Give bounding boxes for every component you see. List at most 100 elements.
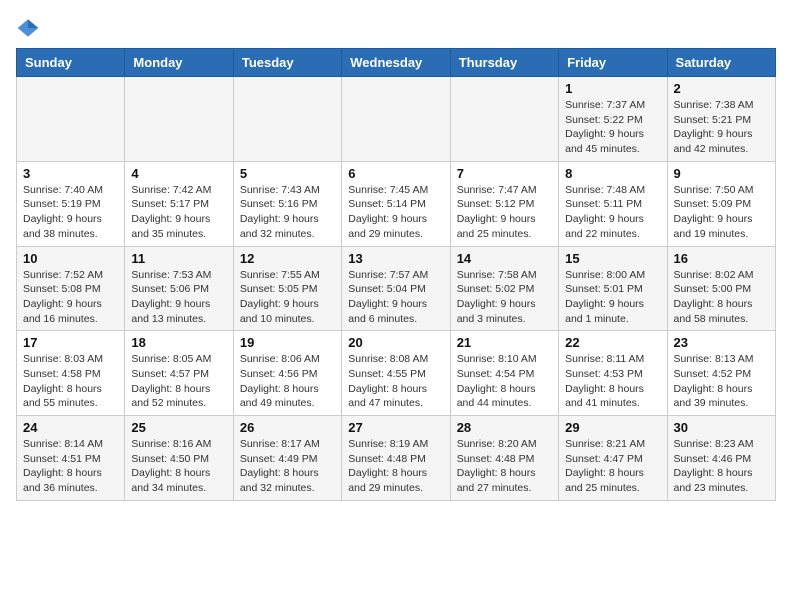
day-number: 29	[565, 420, 660, 435]
calendar-cell	[342, 77, 450, 162]
calendar-cell: 21 Sunrise: 8:10 AM Sunset: 4:54 PM Dayli…	[450, 331, 558, 416]
calendar-cell: 10 Sunrise: 7:52 AM Sunset: 5:08 PM Dayli…	[17, 246, 125, 331]
day-number: 1	[565, 81, 660, 96]
calendar-cell: 24 Sunrise: 8:14 AM Sunset: 4:51 PM Dayli…	[17, 416, 125, 501]
day-number: 22	[565, 335, 660, 350]
day-header-monday: Monday	[125, 49, 233, 77]
day-number: 23	[674, 335, 769, 350]
calendar-cell: 14 Sunrise: 7:58 AM Sunset: 5:02 PM Dayli…	[450, 246, 558, 331]
day-info: Sunrise: 7:38 AM Sunset: 5:21 PM Dayligh…	[674, 98, 769, 157]
day-number: 7	[457, 166, 552, 181]
calendar-cell: 7 Sunrise: 7:47 AM Sunset: 5:12 PM Daylig…	[450, 161, 558, 246]
day-info: Sunrise: 8:13 AM Sunset: 4:52 PM Dayligh…	[674, 352, 769, 411]
day-number: 28	[457, 420, 552, 435]
page-header	[16, 16, 776, 40]
day-number: 6	[348, 166, 443, 181]
day-number: 14	[457, 251, 552, 266]
day-number: 10	[23, 251, 118, 266]
calendar-cell: 15 Sunrise: 8:00 AM Sunset: 5:01 PM Dayli…	[559, 246, 667, 331]
day-info: Sunrise: 7:43 AM Sunset: 5:16 PM Dayligh…	[240, 183, 335, 242]
calendar-cell: 17 Sunrise: 8:03 AM Sunset: 4:58 PM Dayli…	[17, 331, 125, 416]
calendar-cell: 11 Sunrise: 7:53 AM Sunset: 5:06 PM Dayli…	[125, 246, 233, 331]
day-info: Sunrise: 8:21 AM Sunset: 4:47 PM Dayligh…	[565, 437, 660, 496]
calendar-cell	[233, 77, 341, 162]
day-number: 3	[23, 166, 118, 181]
day-info: Sunrise: 8:05 AM Sunset: 4:57 PM Dayligh…	[131, 352, 226, 411]
day-info: Sunrise: 7:58 AM Sunset: 5:02 PM Dayligh…	[457, 268, 552, 327]
calendar-cell: 6 Sunrise: 7:45 AM Sunset: 5:14 PM Daylig…	[342, 161, 450, 246]
day-info: Sunrise: 7:57 AM Sunset: 5:04 PM Dayligh…	[348, 268, 443, 327]
calendar-cell	[450, 77, 558, 162]
day-number: 13	[348, 251, 443, 266]
calendar-cell: 26 Sunrise: 8:17 AM Sunset: 4:49 PM Dayli…	[233, 416, 341, 501]
day-header-wednesday: Wednesday	[342, 49, 450, 77]
calendar-cell: 3Sunrise: 7:40 AM Sunset: 5:19 PM Daylig…	[17, 161, 125, 246]
day-info: Sunrise: 8:20 AM Sunset: 4:48 PM Dayligh…	[457, 437, 552, 496]
day-info: Sunrise: 7:47 AM Sunset: 5:12 PM Dayligh…	[457, 183, 552, 242]
calendar-cell: 1Sunrise: 7:37 AM Sunset: 5:22 PM Daylig…	[559, 77, 667, 162]
day-info: Sunrise: 8:10 AM Sunset: 4:54 PM Dayligh…	[457, 352, 552, 411]
calendar-cell: 4 Sunrise: 7:42 AM Sunset: 5:17 PM Daylig…	[125, 161, 233, 246]
calendar-cell: 22 Sunrise: 8:11 AM Sunset: 4:53 PM Dayli…	[559, 331, 667, 416]
day-info: Sunrise: 8:00 AM Sunset: 5:01 PM Dayligh…	[565, 268, 660, 327]
day-info: Sunrise: 7:48 AM Sunset: 5:11 PM Dayligh…	[565, 183, 660, 242]
day-info: Sunrise: 7:42 AM Sunset: 5:17 PM Dayligh…	[131, 183, 226, 242]
day-info: Sunrise: 8:17 AM Sunset: 4:49 PM Dayligh…	[240, 437, 335, 496]
day-header-sunday: Sunday	[17, 49, 125, 77]
day-info: Sunrise: 8:19 AM Sunset: 4:48 PM Dayligh…	[348, 437, 443, 496]
day-number: 8	[565, 166, 660, 181]
day-info: Sunrise: 8:23 AM Sunset: 4:46 PM Dayligh…	[674, 437, 769, 496]
day-info: Sunrise: 8:06 AM Sunset: 4:56 PM Dayligh…	[240, 352, 335, 411]
day-info: Sunrise: 8:03 AM Sunset: 4:58 PM Dayligh…	[23, 352, 118, 411]
day-number: 18	[131, 335, 226, 350]
day-info: Sunrise: 7:52 AM Sunset: 5:08 PM Dayligh…	[23, 268, 118, 327]
calendar-cell	[125, 77, 233, 162]
day-info: Sunrise: 7:45 AM Sunset: 5:14 PM Dayligh…	[348, 183, 443, 242]
calendar-cell: 25 Sunrise: 8:16 AM Sunset: 4:50 PM Dayli…	[125, 416, 233, 501]
calendar-cell: 18 Sunrise: 8:05 AM Sunset: 4:57 PM Dayli…	[125, 331, 233, 416]
day-number: 11	[131, 251, 226, 266]
day-number: 30	[674, 420, 769, 435]
day-number: 27	[348, 420, 443, 435]
calendar-week-4: 17 Sunrise: 8:03 AM Sunset: 4:58 PM Dayli…	[17, 331, 776, 416]
calendar-cell: 2 Sunrise: 7:38 AM Sunset: 5:21 PM Daylig…	[667, 77, 775, 162]
calendar-cell: 16 Sunrise: 8:02 AM Sunset: 5:00 PM Dayli…	[667, 246, 775, 331]
calendar-cell: 9Sunrise: 7:50 AM Sunset: 5:09 PM Daylig…	[667, 161, 775, 246]
day-number: 12	[240, 251, 335, 266]
day-info: Sunrise: 8:11 AM Sunset: 4:53 PM Dayligh…	[565, 352, 660, 411]
calendar-week-1: 1Sunrise: 7:37 AM Sunset: 5:22 PM Daylig…	[17, 77, 776, 162]
day-info: Sunrise: 8:02 AM Sunset: 5:00 PM Dayligh…	[674, 268, 769, 327]
calendar-week-5: 24 Sunrise: 8:14 AM Sunset: 4:51 PM Dayli…	[17, 416, 776, 501]
day-number: 24	[23, 420, 118, 435]
calendar-cell: 30 Sunrise: 8:23 AM Sunset: 4:46 PM Dayli…	[667, 416, 775, 501]
day-number: 5	[240, 166, 335, 181]
day-number: 26	[240, 420, 335, 435]
day-number: 15	[565, 251, 660, 266]
calendar-cell: 23 Sunrise: 8:13 AM Sunset: 4:52 PM Dayli…	[667, 331, 775, 416]
day-info: Sunrise: 8:14 AM Sunset: 4:51 PM Dayligh…	[23, 437, 118, 496]
day-number: 4	[131, 166, 226, 181]
day-info: Sunrise: 7:53 AM Sunset: 5:06 PM Dayligh…	[131, 268, 226, 327]
day-header-tuesday: Tuesday	[233, 49, 341, 77]
calendar-cell: 27 Sunrise: 8:19 AM Sunset: 4:48 PM Dayli…	[342, 416, 450, 501]
calendar-cell: 12 Sunrise: 7:55 AM Sunset: 5:05 PM Dayli…	[233, 246, 341, 331]
day-info: Sunrise: 8:08 AM Sunset: 4:55 PM Dayligh…	[348, 352, 443, 411]
day-number: 16	[674, 251, 769, 266]
day-number: 21	[457, 335, 552, 350]
calendar-week-3: 10 Sunrise: 7:52 AM Sunset: 5:08 PM Dayli…	[17, 246, 776, 331]
calendar-table: SundayMondayTuesdayWednesdayThursdayFrid…	[16, 48, 776, 501]
logo	[16, 16, 44, 40]
day-info: Sunrise: 7:55 AM Sunset: 5:05 PM Dayligh…	[240, 268, 335, 327]
day-info: Sunrise: 8:16 AM Sunset: 4:50 PM Dayligh…	[131, 437, 226, 496]
calendar-cell: 8 Sunrise: 7:48 AM Sunset: 5:11 PM Daylig…	[559, 161, 667, 246]
day-number: 2	[674, 81, 769, 96]
day-info: Sunrise: 7:50 AM Sunset: 5:09 PM Dayligh…	[674, 183, 769, 242]
calendar-header-row: SundayMondayTuesdayWednesdayThursdayFrid…	[17, 49, 776, 77]
calendar-cell: 29 Sunrise: 8:21 AM Sunset: 4:47 PM Dayli…	[559, 416, 667, 501]
calendar-cell: 13 Sunrise: 7:57 AM Sunset: 5:04 PM Dayli…	[342, 246, 450, 331]
day-number: 25	[131, 420, 226, 435]
calendar-cell: 19 Sunrise: 8:06 AM Sunset: 4:56 PM Dayli…	[233, 331, 341, 416]
day-number: 17	[23, 335, 118, 350]
calendar-cell	[17, 77, 125, 162]
day-number: 19	[240, 335, 335, 350]
